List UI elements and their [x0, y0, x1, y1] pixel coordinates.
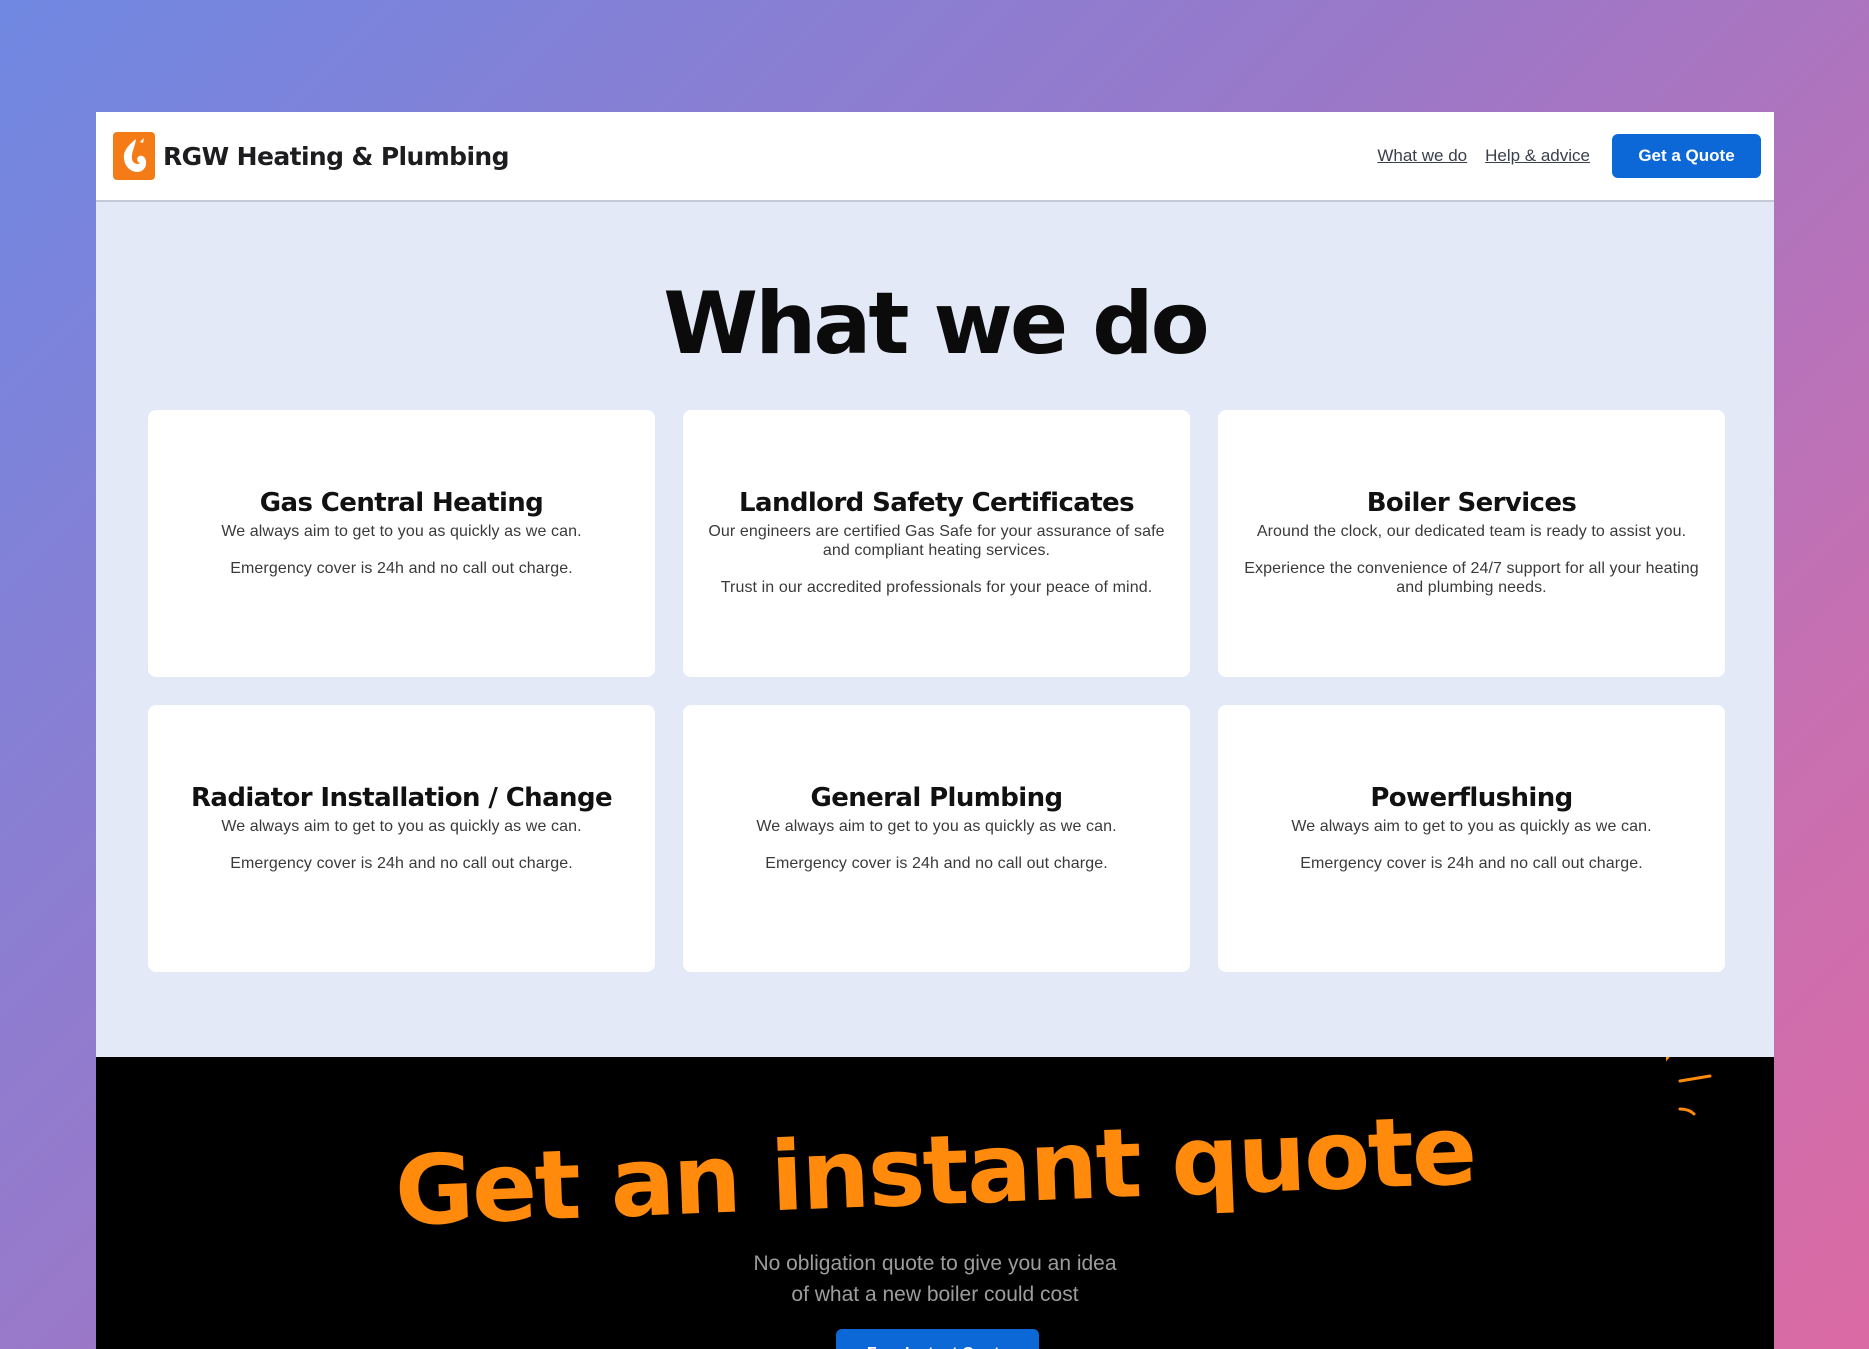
- service-card-title: Gas Central Heating: [259, 488, 544, 518]
- service-card-text: Emergency cover is 24h and no call out c…: [765, 855, 1108, 872]
- services-title: What we do: [663, 274, 1210, 374]
- service-card-radiator-installation: Radiator Installation / Change We always…: [148, 705, 655, 972]
- nav-link-what-we-do[interactable]: What we do: [1377, 146, 1467, 166]
- service-card-text: Our engineers are certified Gas Safe for…: [708, 523, 1165, 559]
- brand-name: RGW Heating & Plumbing: [163, 141, 510, 171]
- service-card-text: We always aim to get to you as quickly a…: [756, 818, 1117, 835]
- page-frame: RGW Heating & Plumbing What we do Help &…: [96, 112, 1774, 1349]
- service-card-text: We always aim to get to you as quickly a…: [1291, 818, 1652, 835]
- service-card-text: We always aim to get to you as quickly a…: [221, 818, 582, 835]
- nav-link-help-advice[interactable]: Help & advice: [1485, 146, 1590, 166]
- subtitle-line: No obligation quote to give you an idea: [753, 1252, 1117, 1275]
- service-card-title: General Plumbing: [810, 783, 1063, 813]
- get-a-quote-button[interactable]: Get a Quote: [1612, 134, 1761, 178]
- instant-quote-title: Get an instant quote: [392, 1094, 1478, 1248]
- service-card-gas-central-heating: Gas Central Heating We always aim to get…: [148, 410, 655, 677]
- service-card-title: Powerflushing: [1370, 783, 1573, 813]
- subtitle-line: of what a new boiler could cost: [791, 1283, 1079, 1306]
- service-card-text: Around the clock, our dedicated team is …: [1256, 523, 1687, 540]
- service-card-powerflushing: Powerflushing We always aim to get to yo…: [1218, 705, 1725, 972]
- service-card-landlord-safety: Landlord Safety Certificates Our enginee…: [683, 410, 1190, 677]
- service-card-text: Emergency cover is 24h and no call out c…: [1300, 855, 1643, 872]
- service-card-title: Boiler Services: [1366, 488, 1577, 518]
- instant-quote-section: Get an instant quote No obligation quote…: [96, 1057, 1774, 1349]
- service-card-text: Emergency cover is 24h and no call out c…: [230, 560, 573, 577]
- service-card-boiler-services: Boiler Services Around the clock, our de…: [1218, 410, 1725, 677]
- service-card-text: We always aim to get to you as quickly a…: [221, 523, 582, 540]
- main-nav: What we do Help & advice Get a Quote: [1377, 134, 1761, 178]
- logo[interactable]: RGW Heating & Plumbing: [113, 132, 510, 180]
- site-header: RGW Heating & Plumbing What we do Help &…: [96, 112, 1774, 202]
- services-grid: Gas Central Heating We always aim to get…: [148, 410, 1725, 972]
- instant-quote-subtitle: No obligation quote to give you an idea …: [96, 1248, 1774, 1310]
- service-card-text: Emergency cover is 24h and no call out c…: [230, 855, 573, 872]
- service-card-general-plumbing: General Plumbing We always aim to get to…: [683, 705, 1190, 972]
- flame-icon: [113, 132, 155, 180]
- service-card-title: Radiator Installation / Change: [190, 783, 613, 813]
- service-card-text: Trust in our accredited professionals fo…: [720, 579, 1153, 596]
- free-instant-quote-button[interactable]: Free Instant Quote: [836, 1329, 1039, 1349]
- service-card-text: Experience the convenience of 24/7 suppo…: [1244, 560, 1699, 596]
- service-card-title: Landlord Safety Certificates: [739, 488, 1135, 518]
